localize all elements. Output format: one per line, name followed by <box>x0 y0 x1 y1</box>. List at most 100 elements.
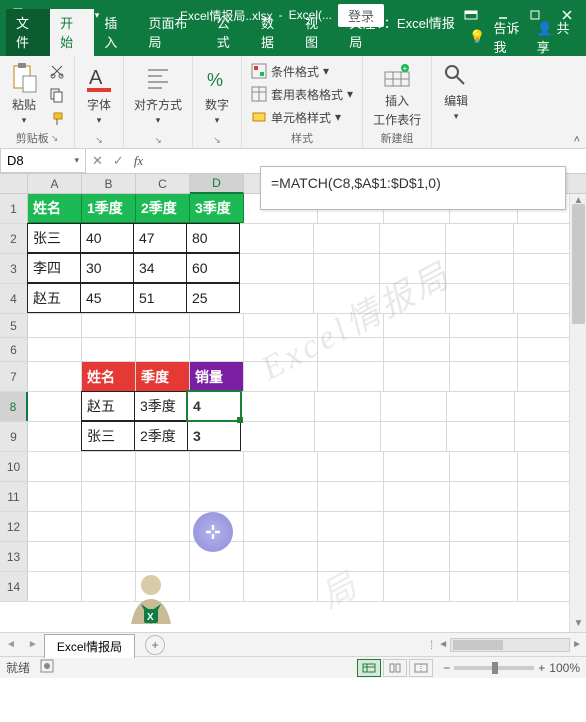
cell[interactable]: 47 <box>133 223 187 253</box>
zoom-in-icon[interactable]: + <box>538 661 545 675</box>
tab-insert[interactable]: 插入 <box>94 9 138 56</box>
row-header[interactable]: 6 <box>0 338 28 361</box>
cell[interactable]: 34 <box>133 253 187 283</box>
namebox-dropdown-icon[interactable]: ▾ <box>74 155 79 166</box>
tab-home[interactable]: 开始 <box>50 9 94 56</box>
row-header[interactable]: 10 <box>0 452 28 481</box>
col-header[interactable]: B <box>82 174 136 193</box>
format-painter-icon[interactable] <box>46 108 68 130</box>
row-header[interactable]: 3 <box>0 254 28 283</box>
row-header[interactable]: 1 <box>0 194 28 223</box>
font-button[interactable]: A字体▾ <box>81 60 117 128</box>
cell[interactable]: 40 <box>80 223 134 253</box>
cell[interactable]: 25 <box>186 283 240 313</box>
view-pagebreak-icon[interactable] <box>409 659 433 677</box>
hscroll-right-icon[interactable]: ► <box>572 639 582 650</box>
col-header[interactable]: A <box>28 174 82 193</box>
cell[interactable]: 李四 <box>27 253 81 283</box>
insert-cells-button[interactable]: +插入工作表行 <box>369 60 425 130</box>
cell[interactable]: 姓名 <box>82 362 136 391</box>
tab-file[interactable]: 文件 <box>6 9 50 56</box>
sheet-tab[interactable]: Excel情报局 <box>44 634 135 658</box>
cell[interactable]: 姓名 <box>28 194 82 223</box>
cell[interactable]: 销量 <box>190 362 244 391</box>
row-header[interactable]: 14 <box>0 572 28 601</box>
row-header[interactable]: 9 <box>0 422 28 451</box>
add-sheet-icon[interactable]: + <box>145 635 165 655</box>
cell[interactable]: 赵五 <box>27 283 81 313</box>
fx-icon[interactable]: fx <box>134 153 143 169</box>
collapse-ribbon-icon[interactable]: ˄ <box>574 134 580 146</box>
cell[interactable]: 2季度 <box>134 421 188 451</box>
cell[interactable]: 张三 <box>27 223 81 253</box>
sheet-nav-next-icon[interactable]: ► <box>22 639 44 650</box>
cancel-formula-icon[interactable]: ✕ <box>92 153 103 169</box>
share-button[interactable]: 👤 共享 <box>537 18 578 56</box>
macro-record-icon[interactable] <box>40 659 54 676</box>
view-normal-icon[interactable] <box>357 659 381 677</box>
tab-page-layout[interactable]: 页面布局 <box>138 9 206 56</box>
formula-input[interactable]: =MATCH(C8,$A$1:$D$1,0) <box>260 166 566 210</box>
cell[interactable]: 3 <box>187 421 241 451</box>
cell[interactable]: 2季度 <box>136 194 190 223</box>
cell[interactable]: 1季度 <box>82 194 136 223</box>
tell-me-icon[interactable]: 💡 <box>469 29 485 45</box>
cell[interactable]: 季度 <box>136 362 190 391</box>
group-number: %数字▾ ↘ <box>193 56 242 148</box>
cut-icon[interactable] <box>46 60 68 82</box>
tell-me[interactable]: 告诉我 <box>494 18 529 56</box>
row-header[interactable]: 4 <box>0 284 28 313</box>
editing-button[interactable]: 编辑▾ <box>438 60 474 124</box>
paste-button[interactable]: 粘贴▾ <box>6 60 42 128</box>
cell[interactable]: 赵五 <box>81 391 135 421</box>
cell[interactable]: 60 <box>186 253 240 283</box>
vertical-scrollbar[interactable]: ▲ ▼ <box>569 194 586 632</box>
font-launcher-icon[interactable]: ↘ <box>95 135 103 146</box>
zoom-slider[interactable] <box>454 666 534 670</box>
cell[interactable]: 51 <box>133 283 187 313</box>
tab-data[interactable]: 数据 <box>251 9 295 56</box>
copy-icon[interactable] <box>46 84 68 106</box>
row-header[interactable]: 2 <box>0 224 28 253</box>
view-pagelayout-icon[interactable] <box>383 659 407 677</box>
row-header[interactable]: 8 <box>0 392 28 421</box>
cell-style-button[interactable]: 单元格样式 ▾ <box>248 106 356 128</box>
clipboard-launcher-icon[interactable]: ↘ <box>51 133 59 144</box>
conditional-format-button[interactable]: 条件格式 ▾ <box>248 60 356 82</box>
select-all-corner[interactable] <box>0 174 28 193</box>
number-launcher-icon[interactable]: ↘ <box>213 135 221 146</box>
hscroll-left-icon[interactable]: ◄ <box>438 639 448 650</box>
scroll-thumb[interactable] <box>572 204 585 324</box>
tab-formulas[interactable]: 公式 <box>207 9 251 56</box>
align-launcher-icon[interactable]: ↘ <box>154 135 162 146</box>
sheet-nav-prev-icon[interactable]: ◄ <box>0 639 22 650</box>
spreadsheet-grid[interactable]: Excel情报局 局 A B C D E F G H 1 姓名 1季度 2季度 … <box>0 174 586 632</box>
number-button[interactable]: %数字▾ <box>199 60 235 128</box>
cell[interactable]: 3季度 <box>190 194 244 223</box>
cell[interactable]: 45 <box>80 283 134 313</box>
name-box[interactable]: D8▾ <box>0 149 86 173</box>
col-header[interactable]: C <box>136 174 190 193</box>
cell[interactable]: 80 <box>186 223 240 253</box>
tab-attention[interactable]: 关注V：Excel情报局 <box>339 9 469 56</box>
horizontal-scrollbar[interactable] <box>450 638 570 652</box>
row-header[interactable]: 7 <box>0 362 28 391</box>
cell[interactable]: 张三 <box>81 421 135 451</box>
alignment-button[interactable]: 对齐方式▾ <box>130 60 186 128</box>
row-header[interactable]: 13 <box>0 542 28 571</box>
status-bar: 就绪 − + 100% <box>0 656 586 678</box>
cell[interactable]: 30 <box>80 253 134 283</box>
zoom-out-icon[interactable]: − <box>443 661 450 675</box>
tab-view[interactable]: 视图 <box>295 9 339 56</box>
ribbon: 粘贴▾ 剪贴板↘ A字体▾ ↘ 对齐方式▾ ↘ %数字▾ ↘ 条件格式 ▾ 套用… <box>0 56 586 149</box>
enter-formula-icon[interactable]: ✓ <box>113 153 124 169</box>
active-cell[interactable]: 4 <box>187 391 241 421</box>
cell[interactable]: 3季度 <box>134 391 188 421</box>
row-header[interactable]: 12 <box>0 512 28 541</box>
row-header[interactable]: 11 <box>0 482 28 511</box>
zoom-value[interactable]: 100% <box>549 661 580 675</box>
table-format-button[interactable]: 套用表格格式 ▾ <box>248 83 356 105</box>
col-header[interactable]: D <box>190 174 244 194</box>
row-header[interactable]: 5 <box>0 314 28 337</box>
scroll-down-icon[interactable]: ▼ <box>570 615 586 632</box>
